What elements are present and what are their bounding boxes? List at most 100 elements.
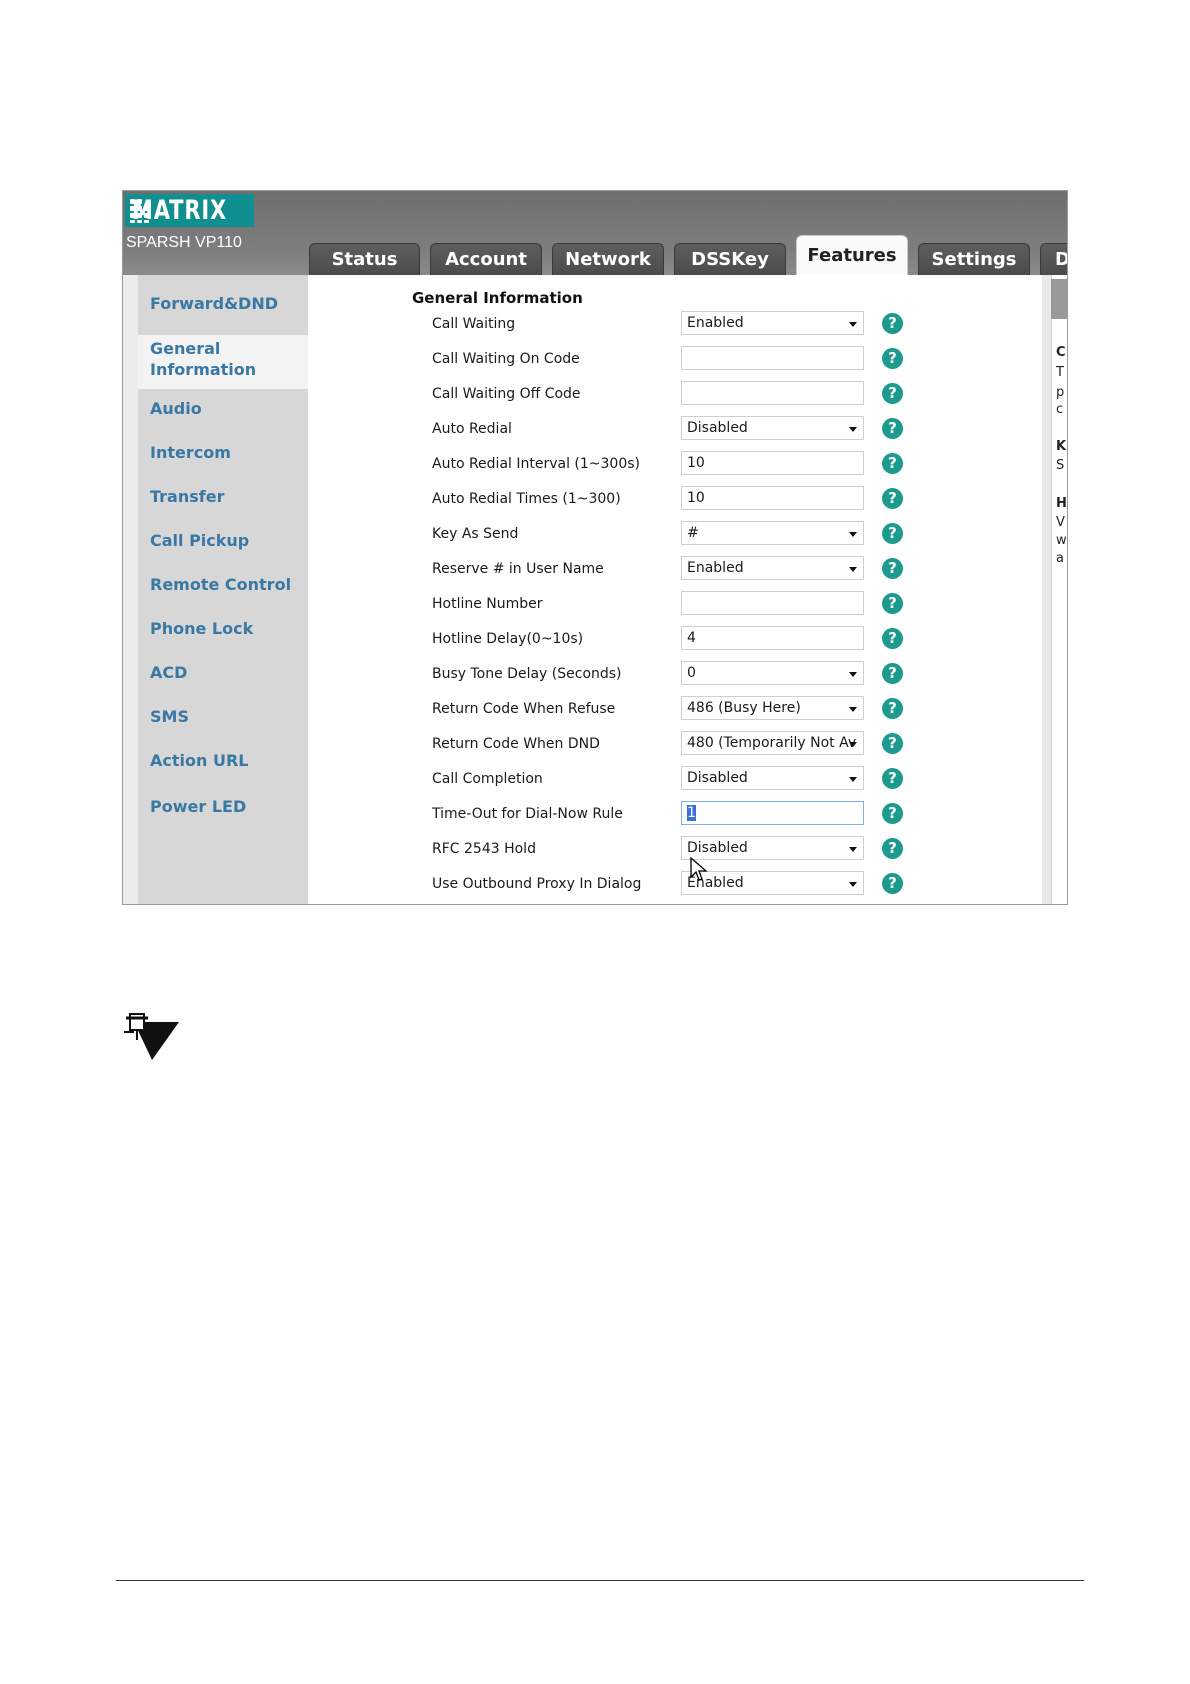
setting-row-auto-redial: Auto Redial Disabled ? <box>308 413 1042 448</box>
help-icon[interactable]: ? <box>882 628 903 649</box>
auto-redial-select[interactable]: Disabled <box>681 416 864 440</box>
logo-text: MATRIX <box>132 195 228 226</box>
selected-text: 1 <box>687 805 696 821</box>
sidebar-edge <box>123 275 138 904</box>
help-side-panel: C T p c K S H V w a <box>1042 275 1067 904</box>
call-completion-select[interactable]: Disabled <box>681 766 864 790</box>
setting-row-reserve-hash: Reserve # in User Name Enabled ? <box>308 553 1042 588</box>
setting-row-auto-redial-times: Auto Redial Times (1~300) 10 ? <box>308 483 1042 518</box>
select-value: Enabled <box>687 315 744 331</box>
help-icon[interactable]: ? <box>882 313 903 334</box>
setting-label: Use Outbound Proxy In Dialog <box>432 876 642 892</box>
section-title: General Information <box>412 289 583 307</box>
sidebar-item-sms[interactable]: SMS <box>150 706 189 727</box>
call-waiting-select[interactable]: Enabled <box>681 311 864 335</box>
tab-features[interactable]: Features <box>796 235 908 275</box>
help-icon[interactable]: ? <box>882 418 903 439</box>
select-value: Disabled <box>687 420 748 436</box>
help-icon[interactable]: ? <box>882 803 903 824</box>
help-icon[interactable]: ? <box>882 838 903 859</box>
reserve-hash-select[interactable]: Enabled <box>681 556 864 580</box>
matrix-logo: MATRIX <box>125 194 254 227</box>
select-value: Disabled <box>687 840 748 856</box>
setting-label: Hotline Number <box>432 596 543 612</box>
help-icon[interactable]: ? <box>882 558 903 579</box>
help-icon[interactable]: ? <box>882 523 903 544</box>
settings-panel: General Information Call Waiting Enabled… <box>308 275 1042 904</box>
setting-label: Reserve # in User Name <box>432 561 604 577</box>
setting-row-outbound-proxy-dialog: Use Outbound Proxy In Dialog Enabled ? <box>308 868 1042 903</box>
help-icon[interactable]: ? <box>882 383 903 404</box>
dropdown-arrow-icon <box>849 882 857 887</box>
main-tabs: Status Account Network DSSKey Features S… <box>309 233 1067 275</box>
return-code-refuse-select[interactable]: 486 (Busy Here) <box>681 696 864 720</box>
sidebar-item-phone-lock[interactable]: Phone Lock <box>150 618 253 639</box>
auto-redial-interval-input[interactable]: 10 <box>681 451 864 475</box>
help-text-fragment: S <box>1056 458 1065 473</box>
setting-label: Hotline Delay(0~10s) <box>432 631 584 647</box>
help-icon[interactable]: ? <box>882 663 903 684</box>
dial-now-timeout-input[interactable]: 1 <box>681 801 864 825</box>
sidebar-item-call-pickup[interactable]: Call Pickup <box>150 530 249 551</box>
select-value: Disabled <box>687 770 748 786</box>
dropdown-arrow-icon <box>849 777 857 782</box>
help-icon[interactable]: ? <box>882 698 903 719</box>
key-as-send-select[interactable]: # <box>681 521 864 545</box>
sidebar-item-audio[interactable]: Audio <box>150 398 202 419</box>
help-panel-header <box>1051 279 1067 319</box>
tab-settings[interactable]: Settings <box>918 243 1030 275</box>
select-value: 486 (Busy Here) <box>687 700 801 716</box>
dropdown-arrow-icon <box>849 567 857 572</box>
rfc2543-hold-select[interactable]: Disabled <box>681 836 864 860</box>
tab-dsskey[interactable]: DSSKey <box>674 243 786 275</box>
help-icon[interactable]: ? <box>882 593 903 614</box>
help-icon[interactable]: ? <box>882 733 903 754</box>
call-waiting-on-code-input[interactable] <box>681 346 864 370</box>
help-icon[interactable]: ? <box>882 488 903 509</box>
sidebar-item-action-url[interactable]: Action URL <box>150 750 248 771</box>
tab-network[interactable]: Network <box>552 243 664 275</box>
setting-label: Call Completion <box>432 771 543 787</box>
help-text-fragment: V <box>1056 515 1065 530</box>
tab-status[interactable]: Status <box>309 243 420 275</box>
help-icon[interactable]: ? <box>882 453 903 474</box>
help-icon[interactable]: ? <box>882 768 903 789</box>
return-code-dnd-select[interactable]: 480 (Temporarily Not Av <box>681 731 864 755</box>
sidebar-item-label: General <box>150 339 221 358</box>
dropdown-arrow-icon <box>849 427 857 432</box>
setting-row-rfc2543-hold: RFC 2543 Hold Disabled ? <box>308 833 1042 868</box>
logo-dots-icon <box>125 194 149 227</box>
setting-row-dial-now-timeout: Time-Out for Dial-Now Rule 1 ? <box>308 798 1042 833</box>
sidebar-item-general-information[interactable]: General Information <box>150 338 256 380</box>
setting-row-auto-redial-interval: Auto Redial Interval (1~300s) 10 ? <box>308 448 1042 483</box>
setting-row-return-code-dnd: Return Code When DND 480 (Temporarily No… <box>308 728 1042 763</box>
select-value: 0 <box>687 665 696 681</box>
busy-tone-delay-select[interactable]: 0 <box>681 661 864 685</box>
setting-row-call-waiting: Call Waiting Enabled ? <box>308 308 1042 343</box>
tab-directory[interactable]: Di <box>1040 243 1067 275</box>
help-icon[interactable]: ? <box>882 873 903 894</box>
dropdown-arrow-icon <box>849 322 857 327</box>
help-text-fragment: C <box>1056 345 1066 360</box>
auto-redial-times-input[interactable]: 10 <box>681 486 864 510</box>
setting-label: Busy Tone Delay (Seconds) <box>432 666 622 682</box>
sidebar-item-remote-control[interactable]: Remote Control <box>150 574 291 595</box>
sidebar-item-acd[interactable]: ACD <box>150 662 187 683</box>
help-text-fragment: T <box>1056 365 1064 380</box>
select-value: Enabled <box>687 560 744 576</box>
footer-divider <box>116 1580 1084 1581</box>
call-waiting-off-code-input[interactable] <box>681 381 864 405</box>
sidebar-item-transfer[interactable]: Transfer <box>150 486 224 507</box>
screenshot-frame: MATRIX SPARSH VP110 Status Account Netwo… <box>122 190 1068 905</box>
sidebar-item-power-led[interactable]: Power LED <box>150 796 246 817</box>
setting-label: Return Code When Refuse <box>432 701 616 717</box>
sidebar-item-forward-dnd[interactable]: Forward&DND <box>150 293 278 314</box>
sidebar-item-intercom[interactable]: Intercom <box>150 442 231 463</box>
device-model: SPARSH VP110 <box>126 234 242 251</box>
hotline-delay-input[interactable]: 4 <box>681 626 864 650</box>
help-icon[interactable]: ? <box>882 348 903 369</box>
dropdown-arrow-icon <box>849 707 857 712</box>
tab-account[interactable]: Account <box>430 243 542 275</box>
hotline-number-input[interactable] <box>681 591 864 615</box>
outbound-proxy-dialog-select[interactable]: Enabled <box>681 871 864 895</box>
